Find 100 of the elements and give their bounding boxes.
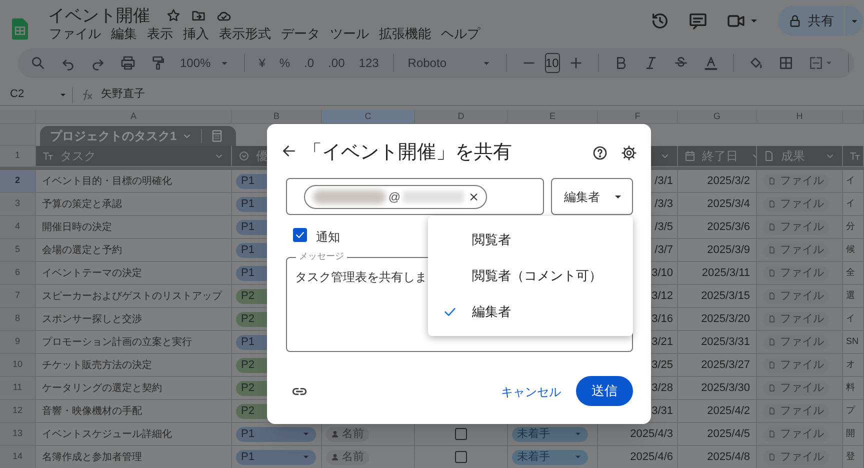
help-icon[interactable]: [592, 145, 608, 161]
table-cell-text: /3/5: [654, 220, 673, 235]
column-header[interactable]: E: [508, 110, 597, 123]
file-chip[interactable]: ファイル: [763, 334, 829, 350]
spreadsheet-logo-icon[interactable]: [12, 18, 28, 40]
row-number[interactable]: 9: [0, 331, 35, 353]
merge-cells-dropdown[interactable]: [808, 55, 834, 71]
row-number[interactable]: 10: [0, 354, 35, 376]
row-number[interactable]: 2: [0, 170, 35, 192]
table-cell-text: プロモーション計画の立案と実行: [41, 336, 192, 350]
menu-item[interactable]: 拡張機能: [379, 27, 431, 40]
file-chip[interactable]: ファイル: [763, 312, 829, 326]
share-button[interactable]: 共有: [778, 6, 844, 36]
fill-color-icon[interactable]: [748, 55, 764, 71]
calculator-icon[interactable]: [210, 129, 224, 143]
status-chip[interactable]: 未着手: [512, 426, 588, 442]
row-number[interactable]: 5: [0, 239, 35, 261]
row-number[interactable]: 7: [0, 285, 35, 307]
plus-icon[interactable]: [568, 55, 584, 71]
document-title[interactable]: イベント開催: [48, 7, 150, 24]
menu-item[interactable]: 編集: [111, 27, 137, 40]
search-icon[interactable]: [30, 55, 46, 71]
file-chip[interactable]: ファイル: [763, 196, 829, 212]
back-icon[interactable]: [281, 143, 297, 159]
column-header[interactable]: G: [678, 110, 756, 123]
menu-item[interactable]: データ: [281, 27, 320, 40]
comment-icon[interactable]: [688, 11, 708, 31]
cancel-button[interactable]: キャンセル: [495, 382, 567, 402]
row-number[interactable]: 8: [0, 308, 35, 330]
person-icon: [331, 430, 339, 438]
priority-chip[interactable]: P1: [236, 426, 316, 442]
menu-item[interactable]: ヘルプ: [441, 27, 480, 40]
menu-item[interactable]: ファイル: [49, 27, 101, 40]
file-chip[interactable]: ファイル: [763, 266, 829, 280]
file-chip[interactable]: ファイル: [763, 358, 829, 372]
paint-format-icon[interactable]: [150, 55, 166, 71]
name-box[interactable]: C2: [0, 86, 72, 103]
checkbox[interactable]: [455, 451, 467, 463]
close-icon[interactable]: [468, 190, 480, 202]
decrease-decimal-button[interactable]: .0: [304, 54, 314, 72]
borders-icon[interactable]: [778, 55, 794, 71]
row-number[interactable]: 6: [0, 262, 35, 284]
notify-checkbox[interactable]: [293, 228, 307, 242]
percent-format-button[interactable]: %: [279, 54, 290, 72]
person-chip[interactable]: 名前: [326, 426, 369, 442]
row-number[interactable]: 3: [0, 193, 35, 215]
recipient-field[interactable]: @: [286, 178, 544, 215]
font-size-field[interactable]: 10: [544, 53, 560, 73]
star-icon[interactable]: [166, 8, 181, 23]
print-icon[interactable]: [120, 55, 136, 71]
font-dropdown[interactable]: Roboto: [408, 54, 492, 72]
role-dropdown[interactable]: 編集者: [551, 178, 633, 215]
menu-item[interactable]: ツール: [330, 27, 369, 40]
file-chip[interactable]: ファイル: [763, 174, 829, 188]
text-type-icon: [42, 150, 54, 162]
number-format-button[interactable]: 123: [358, 54, 379, 72]
column-header[interactable]: A: [36, 110, 231, 123]
table-name-tab[interactable]: プロジェクトのタスク1: [40, 126, 236, 146]
status-chip[interactable]: 未着手: [512, 450, 588, 464]
row-number[interactable]: 11: [0, 377, 35, 399]
column-header[interactable]: D: [415, 110, 507, 123]
column-header[interactable]: B: [232, 110, 321, 123]
menu-item[interactable]: 表示形式: [219, 27, 271, 40]
file-chip[interactable]: ファイル: [763, 220, 829, 234]
row-number[interactable]: 13: [0, 423, 35, 445]
menu-item[interactable]: 閲覧者（コメント可）: [428, 258, 633, 294]
file-chip[interactable]: ファイル: [763, 380, 829, 396]
menu-item[interactable]: 挿入: [183, 27, 209, 40]
recipient-chip[interactable]: @: [304, 184, 487, 208]
row-number[interactable]: 14: [0, 446, 35, 468]
file-chip[interactable]: ファイル: [763, 242, 829, 258]
priority-chip[interactable]: P1: [236, 450, 316, 464]
table-cell-text: イ: [845, 312, 855, 326]
table-cell-text: 候: [845, 243, 855, 256]
file-chip[interactable]: ファイル: [763, 450, 829, 464]
checkbox[interactable]: [455, 428, 467, 440]
increase-decimal-button[interactable]: .00: [328, 54, 345, 72]
column-header[interactable]: F: [598, 110, 677, 123]
column-header[interactable]: C: [322, 110, 414, 123]
table-name[interactable]: プロジェクトのタスク1: [50, 127, 177, 145]
formula-field[interactable]: 矢野直子: [101, 86, 145, 103]
person-chip[interactable]: 名前: [326, 450, 369, 464]
row-number[interactable]: 4: [0, 216, 35, 238]
file-chip[interactable]: ファイル: [763, 288, 829, 304]
table-cell-text: 3/12: [652, 288, 673, 304]
file-chip[interactable]: ファイル: [763, 426, 829, 442]
row-number[interactable]: 12: [0, 400, 35, 422]
settings-icon[interactable]: [621, 145, 637, 161]
menu-item[interactable]: 表示: [147, 27, 173, 40]
send-button[interactable]: 送信: [576, 376, 633, 406]
text-color-icon[interactable]: [702, 55, 719, 71]
zoom-dropdown[interactable]: 100%: [180, 54, 230, 72]
menu-item[interactable]: 編集者: [428, 294, 633, 330]
column-header[interactable]: H: [757, 110, 842, 123]
currency-format-button[interactable]: ¥: [258, 54, 266, 72]
move-folder-icon[interactable]: [191, 8, 206, 23]
file-chip[interactable]: ファイル: [763, 404, 829, 418]
history-icon[interactable]: [650, 11, 670, 31]
menu-item[interactable]: 閲覧者: [428, 222, 633, 258]
table-cell-text: 料: [845, 381, 855, 394]
